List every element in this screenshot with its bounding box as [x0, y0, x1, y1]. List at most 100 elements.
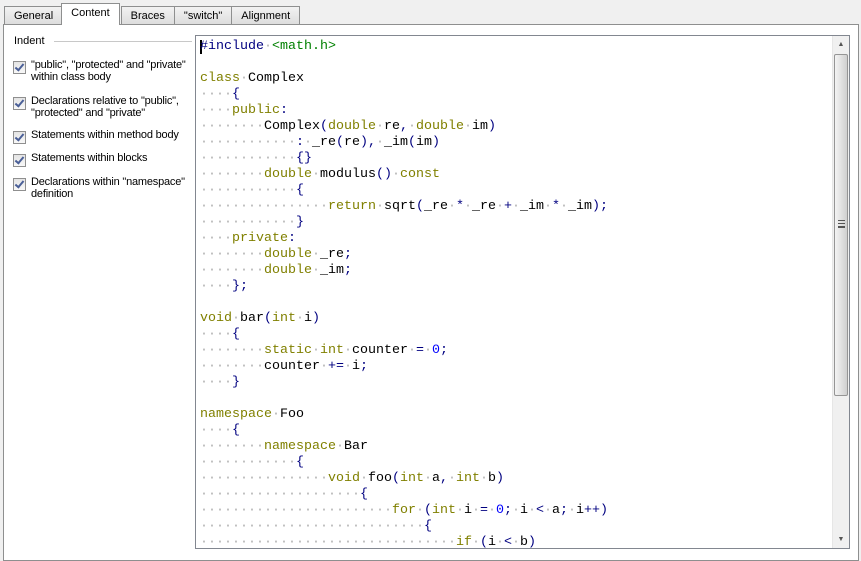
code-token: · [240, 71, 248, 86]
code-token: re [343, 135, 360, 150]
code-token: { [359, 487, 368, 502]
code-token: int [431, 503, 456, 518]
code-token: ············ [200, 455, 296, 470]
code-token: #include [200, 39, 264, 54]
code-token: { [423, 519, 432, 534]
code-token: · [312, 167, 320, 182]
indent-option[interactable]: Statements within blocks [13, 152, 193, 167]
code-token: if [455, 535, 472, 549]
code-token: · [447, 199, 456, 214]
option-label: Declarations within "namespace" definiti… [31, 176, 185, 200]
code-token: b [519, 535, 528, 549]
tab-braces[interactable]: Braces [120, 6, 175, 25]
indent-option[interactable]: Statements within method body [13, 129, 193, 144]
code-token: · [375, 199, 384, 214]
code-token: · [471, 503, 480, 518]
indent-option[interactable]: Declarations relative to "public", "prot… [13, 95, 193, 119]
code-line: ········Complex(double·re,·double·im) [200, 119, 608, 135]
scrollbar-thumb[interactable] [834, 54, 848, 396]
code-line: ································if·(i·<·… [200, 535, 608, 549]
code-line: ········double·_im; [200, 263, 608, 279]
code-token: ; [360, 359, 368, 374]
code-token: void [327, 471, 360, 486]
code-token: ············ [200, 135, 296, 150]
code-token: double [264, 247, 312, 262]
code-token: <math.h> [272, 39, 336, 54]
code-token: * [455, 199, 464, 214]
code-token: ( [335, 135, 344, 150]
code-token: · [487, 503, 496, 518]
code-token: re [384, 119, 400, 134]
code-token: void [200, 311, 232, 326]
code-token: } [232, 279, 240, 294]
checkbox[interactable] [13, 131, 26, 144]
checkbox[interactable] [13, 97, 26, 110]
tab-bar: General Content Braces "switch" Alignment [4, 3, 301, 25]
tab-alignment[interactable]: Alignment [231, 6, 301, 25]
scroll-down-arrow-icon[interactable]: ▼ [833, 531, 849, 548]
code-token: + [503, 199, 512, 214]
indent-option[interactable]: "public", "protected" and "private" with… [13, 59, 193, 83]
code-token: · [312, 247, 320, 262]
code-token: counter [352, 343, 408, 358]
code-token: · [232, 311, 240, 326]
group-divider [54, 41, 192, 42]
code-token: bar [240, 311, 264, 326]
code-token: · [464, 119, 472, 134]
code-token: foo [367, 471, 392, 486]
code-token: ) [431, 135, 440, 150]
code-line: ········double·modulus()·const [200, 167, 608, 183]
code-token: · [455, 503, 464, 518]
vertical-scrollbar[interactable]: ▲ ▼ [832, 36, 849, 548]
code-line: ················void·foo(int·a,·int·b) [200, 471, 608, 487]
checkbox[interactable] [13, 178, 26, 191]
code-token: : [280, 103, 288, 118]
code-token: · [511, 503, 520, 518]
code-token: · [312, 343, 320, 358]
code-token: double [328, 119, 376, 134]
code-token: _im [320, 263, 344, 278]
code-token: , [439, 471, 448, 486]
code-token: ) [495, 471, 504, 486]
code-token: int [320, 343, 344, 358]
code-token: 0 [495, 503, 504, 518]
code-token: ············ [200, 151, 296, 166]
code-line: void·bar(int·i) [200, 311, 608, 327]
code-token: int [399, 471, 424, 486]
code-token: · [264, 39, 272, 54]
code-token: ···· [200, 327, 232, 342]
code-token: i [352, 359, 360, 374]
code-token: Bar [343, 439, 368, 454]
option-label: Statements within blocks [31, 152, 148, 164]
code-token: ················ [200, 199, 328, 214]
code-token: _re [423, 199, 448, 214]
tab-switch[interactable]: "switch" [173, 6, 233, 25]
code-token: ············ [200, 215, 296, 230]
checkbox[interactable] [13, 154, 26, 167]
scroll-up-arrow-icon[interactable]: ▲ [833, 36, 849, 53]
code-token: · [423, 471, 432, 486]
code-token: ) [488, 119, 496, 134]
tab-content[interactable]: Content [61, 3, 120, 25]
code-token: ++ [583, 503, 600, 518]
code-token: ), [359, 135, 376, 150]
checkbox[interactable] [13, 61, 26, 74]
code-token: Complex [264, 119, 320, 134]
code-token: ···· [200, 231, 232, 246]
code-line: ····private: [200, 231, 608, 247]
code-line: ········double·_re; [200, 247, 608, 263]
code-token: ································ [200, 535, 456, 549]
code-token: · [479, 471, 488, 486]
code-token: const [400, 167, 440, 182]
code-token: · [392, 167, 400, 182]
code-token: ( [423, 503, 432, 518]
code-token: _re [320, 247, 344, 262]
code-token: ···························· [200, 519, 424, 534]
tab-general[interactable]: General [4, 6, 64, 25]
code-preview[interactable]: #include·<math.h> class·Complex ····{····p… [195, 35, 850, 549]
code-token: _im [519, 199, 544, 214]
indent-option[interactable]: Declarations within "namespace" definiti… [13, 176, 193, 200]
code-token: public [232, 103, 280, 118]
